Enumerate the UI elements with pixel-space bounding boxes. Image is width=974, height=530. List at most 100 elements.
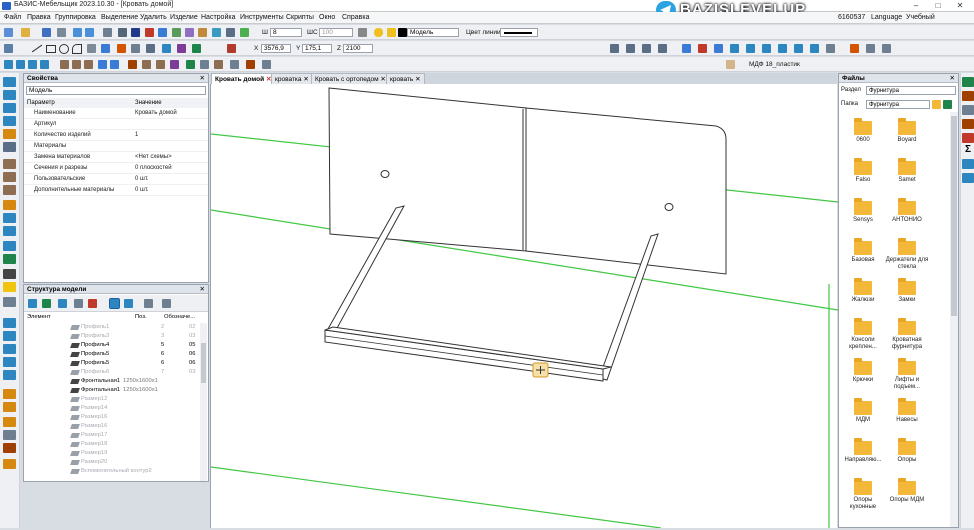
property-row[interactable]: Дополнительные материалы 0 шт. — [24, 185, 208, 196]
library-icon[interactable] — [962, 77, 974, 87]
tree-row[interactable]: Размер18 — [24, 440, 199, 449]
rotate-icon[interactable] — [172, 28, 181, 37]
magnet-icon[interactable] — [131, 28, 140, 37]
folder-item[interactable]: Samet — [885, 156, 929, 194]
offset-icon[interactable] — [146, 44, 155, 53]
line-style-select[interactable] — [500, 28, 538, 37]
view-front-icon[interactable] — [610, 44, 619, 53]
layer-select[interactable]: Модель — [407, 28, 459, 37]
panel-front-tool-icon[interactable] — [3, 116, 16, 126]
tab-close-icon[interactable]: ✕ — [415, 76, 420, 83]
files-scrollbar[interactable] — [950, 112, 958, 527]
tree-row[interactable]: Размер20 — [24, 458, 199, 467]
property-row[interactable]: Сечения и разрезы 0 плоскостей — [24, 163, 208, 174]
folder-item[interactable]: МДМ — [841, 396, 885, 434]
tab-bed-home[interactable]: Кровать домой ✕ — [211, 73, 276, 84]
circle-icon[interactable] — [59, 44, 69, 54]
facade-tool-icon[interactable] — [3, 185, 16, 195]
wireframe-icon[interactable] — [762, 44, 771, 53]
properties-selector[interactable]: Модель — [26, 86, 206, 95]
arc-icon[interactable] — [72, 44, 82, 54]
folder-item[interactable]: Базовая — [841, 236, 885, 274]
folder-item[interactable]: Жалюзи — [841, 276, 885, 314]
search-tool-icon[interactable] — [3, 357, 16, 367]
copy-icon[interactable] — [212, 28, 221, 37]
minimize-icon[interactable]: – — [905, 0, 927, 12]
folder-item[interactable]: Навесы — [885, 396, 929, 434]
forbid-tool-icon[interactable] — [3, 269, 16, 279]
orbit-icon[interactable] — [882, 44, 891, 53]
edge-tool-icon[interactable] — [3, 254, 16, 264]
mode-selector[interactable]: Учебный — [906, 14, 935, 21]
box-tool-icon[interactable] — [3, 159, 16, 169]
table-tool-icon[interactable] — [3, 417, 16, 427]
help-icon[interactable] — [58, 299, 67, 308]
property-row[interactable]: Пользовательские 0 шт. — [24, 174, 208, 185]
select-icon[interactable] — [103, 28, 112, 37]
menu-tools[interactable]: Инструменты — [240, 14, 284, 21]
profile-icon[interactable] — [110, 60, 119, 69]
z-coordinate-field[interactable]: 2100 — [343, 44, 373, 53]
tree-row[interactable]: Размер12 — [24, 395, 199, 404]
report-tool-icon[interactable] — [3, 443, 16, 453]
open-folder-icon[interactable] — [932, 100, 941, 109]
cloud-icon[interactable] — [962, 159, 974, 169]
tree-row[interactable]: Размер17 — [24, 431, 199, 440]
tree-tool-icon[interactable] — [28, 299, 37, 308]
maximize-icon[interactable]: □ — [927, 0, 949, 12]
property-row[interactable]: Наименование Кровать домой — [24, 108, 208, 119]
panel-vertical-tool-icon[interactable] — [3, 90, 16, 100]
folder-item[interactable]: Консоли креплен... — [841, 316, 885, 354]
panel-close-icon[interactable]: ✕ — [200, 74, 205, 83]
export-tool-icon[interactable] — [3, 459, 16, 469]
vertical-panel-icon[interactable] — [16, 60, 25, 69]
folder-item[interactable]: Опоры — [885, 436, 929, 474]
new-file-icon[interactable] — [4, 28, 13, 37]
scroll-thumb[interactable] — [951, 116, 957, 316]
refresh-icon[interactable] — [943, 100, 952, 109]
hole-icon[interactable] — [170, 60, 179, 69]
folder-item[interactable]: Крючки — [841, 356, 885, 394]
sum-icon[interactable]: Σ — [962, 145, 974, 155]
measure-icon[interactable] — [198, 28, 207, 37]
property-row[interactable]: Материалы — [24, 141, 208, 152]
open-file-icon[interactable] — [21, 28, 30, 37]
array-icon[interactable] — [226, 28, 235, 37]
menu-scripts[interactable]: Скрипты — [286, 14, 314, 21]
pointer-icon[interactable] — [4, 44, 13, 53]
contour-icon[interactable] — [192, 44, 201, 53]
tab-close-icon[interactable]: ✕ — [303, 76, 308, 83]
tree-row[interactable]: Профиль5 6 06 — [24, 350, 199, 359]
headboard-left[interactable] — [328, 87, 527, 252]
fillet-icon[interactable] — [117, 44, 126, 53]
cross-icon[interactable] — [227, 44, 236, 53]
camera-icon[interactable] — [826, 44, 835, 53]
tree-row[interactable]: Профиль6 7 03 — [24, 368, 199, 377]
scene-canvas[interactable] — [210, 84, 839, 529]
redo-icon[interactable] — [85, 28, 94, 37]
front-panel-icon[interactable] — [40, 60, 49, 69]
grid-tool-icon[interactable] — [3, 241, 16, 251]
bulb-icon[interactable] — [374, 28, 383, 37]
menu-delete[interactable]: Удалить — [140, 14, 167, 21]
tree-row[interactable]: Профиль5 6 06 — [24, 359, 199, 368]
close-icon[interactable]: ✕ — [949, 0, 971, 12]
zoom-icon[interactable] — [850, 44, 859, 53]
language-menu[interactable]: Language — [871, 14, 902, 21]
polyline-icon[interactable] — [87, 44, 96, 53]
export-icon[interactable] — [962, 173, 974, 183]
tree-row[interactable]: Размер19 — [24, 449, 199, 458]
fastener-tool-icon[interactable] — [3, 297, 16, 307]
scroll-thumb[interactable] — [201, 343, 206, 383]
edit-icon[interactable] — [88, 299, 97, 308]
menu-settings[interactable]: Настройка — [201, 14, 235, 21]
headboard-right[interactable] — [525, 107, 727, 275]
tree-row[interactable]: Профиль1 2 02 — [24, 323, 199, 332]
panel-icon[interactable] — [4, 60, 13, 69]
tree-row[interactable]: Фронтальная1 1250x1600x1 — [24, 386, 199, 395]
frame-tool-icon[interactable] — [3, 200, 16, 210]
door-icon[interactable] — [84, 60, 93, 69]
menu-select[interactable]: Выделение — [101, 14, 138, 21]
undo-icon[interactable] — [73, 28, 82, 37]
array-tool-icon[interactable] — [3, 226, 16, 236]
